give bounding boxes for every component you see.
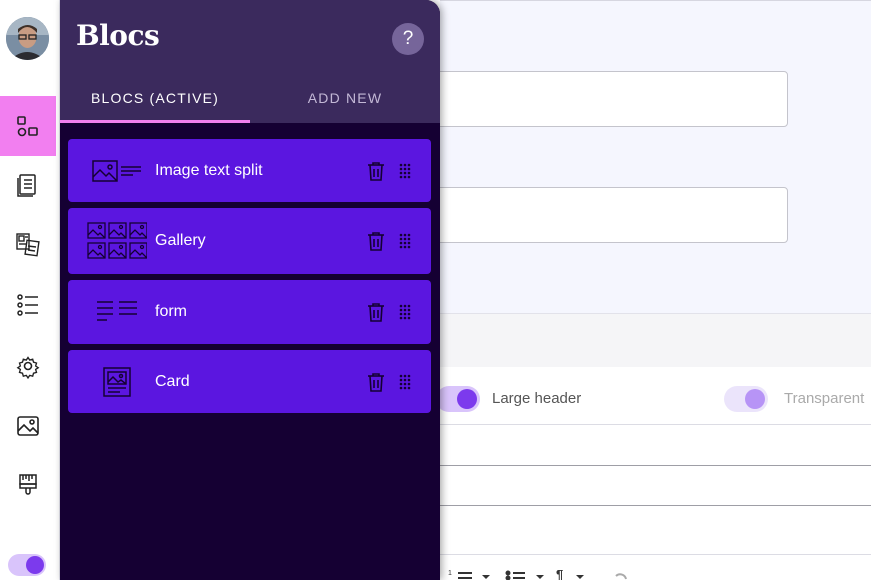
trash-icon[interactable] bbox=[365, 230, 387, 252]
rail-item-document[interactable] bbox=[0, 154, 56, 214]
image-text-split-icon bbox=[92, 159, 141, 182]
rail-item-settings[interactable] bbox=[0, 336, 56, 396]
document-icon bbox=[17, 174, 36, 197]
form-icon bbox=[97, 301, 137, 321]
bloc-item-card[interactable]: Card bbox=[68, 350, 431, 413]
pages-icon bbox=[16, 233, 40, 257]
tab-add-new[interactable]: ADD NEW bbox=[250, 90, 440, 106]
blocks-icon bbox=[17, 116, 38, 137]
chevron-down-icon bbox=[576, 575, 584, 579]
trash-icon[interactable] bbox=[365, 371, 387, 393]
drag-handle-icon[interactable] bbox=[397, 230, 413, 252]
bloc-label: Card bbox=[155, 372, 190, 390]
bloc-item-gallery[interactable]: Gallery bbox=[68, 208, 431, 274]
input-underline-1 bbox=[440, 465, 871, 466]
tab-blocs-active[interactable]: BLOCS (ACTIVE) bbox=[60, 90, 250, 106]
divider bbox=[440, 424, 871, 425]
input-underline-2 bbox=[440, 505, 871, 506]
large-header-toggle[interactable] bbox=[436, 386, 480, 412]
help-button[interactable]: ? bbox=[392, 23, 424, 55]
bloc-item-form[interactable]: form bbox=[68, 280, 431, 344]
bullet-list-icon bbox=[505, 570, 525, 580]
bloc-label: form bbox=[155, 303, 187, 320]
list-icon bbox=[17, 294, 38, 316]
section-divider bbox=[440, 313, 871, 367]
trash-icon[interactable] bbox=[365, 160, 387, 182]
drag-handle-icon[interactable] bbox=[397, 301, 413, 323]
large-header-label: Large header bbox=[492, 390, 582, 407]
avatar[interactable] bbox=[6, 17, 49, 60]
page-canvas bbox=[440, 0, 871, 313]
drag-handle-icon[interactable] bbox=[397, 160, 413, 182]
editor-toolbar: 1 ¶ bbox=[448, 567, 628, 580]
left-rail bbox=[0, 0, 60, 580]
trash-icon[interactable] bbox=[365, 301, 387, 323]
ordered-list-icon: 1 bbox=[448, 570, 472, 579]
rail-item-pages[interactable] bbox=[0, 214, 56, 274]
editor-toolbar-divider bbox=[440, 554, 871, 555]
image-icon bbox=[17, 416, 39, 436]
rail-item-theme[interactable] bbox=[0, 456, 56, 516]
chevron-down-icon bbox=[536, 575, 544, 579]
active-tab-indicator bbox=[60, 120, 250, 123]
rail-item-list[interactable] bbox=[0, 275, 56, 335]
rail-item-blocs[interactable] bbox=[0, 96, 56, 156]
gear-icon bbox=[16, 356, 40, 379]
panel-header: Blocs ? BLOCS (ACTIVE) ADD NEW bbox=[60, 0, 440, 123]
text-field-2[interactable] bbox=[428, 187, 788, 243]
bloc-label: Gallery bbox=[155, 232, 206, 249]
bloc-item-image-text-split[interactable]: Image text split bbox=[68, 139, 431, 202]
blocs-panel: Blocs ? BLOCS (ACTIVE) ADD NEW Image tex… bbox=[60, 0, 440, 580]
gallery-icon bbox=[87, 222, 147, 259]
undo-icon bbox=[615, 573, 627, 580]
paragraph-icon: ¶ bbox=[556, 569, 563, 580]
bloc-label: Image text split bbox=[155, 161, 263, 179]
transparent-toggle[interactable] bbox=[724, 386, 768, 412]
chevron-down-icon bbox=[482, 575, 490, 579]
text-field-1[interactable] bbox=[428, 71, 788, 127]
svg-text:1: 1 bbox=[448, 570, 452, 577]
transparent-label: Transparent bbox=[784, 390, 865, 407]
rail-toggle[interactable] bbox=[8, 554, 46, 576]
rail-item-media[interactable] bbox=[0, 396, 56, 456]
panel-title: Blocs bbox=[76, 19, 160, 52]
help-icon: ? bbox=[402, 28, 414, 49]
brush-icon bbox=[19, 474, 37, 495]
drag-handle-icon[interactable] bbox=[397, 371, 413, 393]
card-icon bbox=[103, 366, 131, 397]
